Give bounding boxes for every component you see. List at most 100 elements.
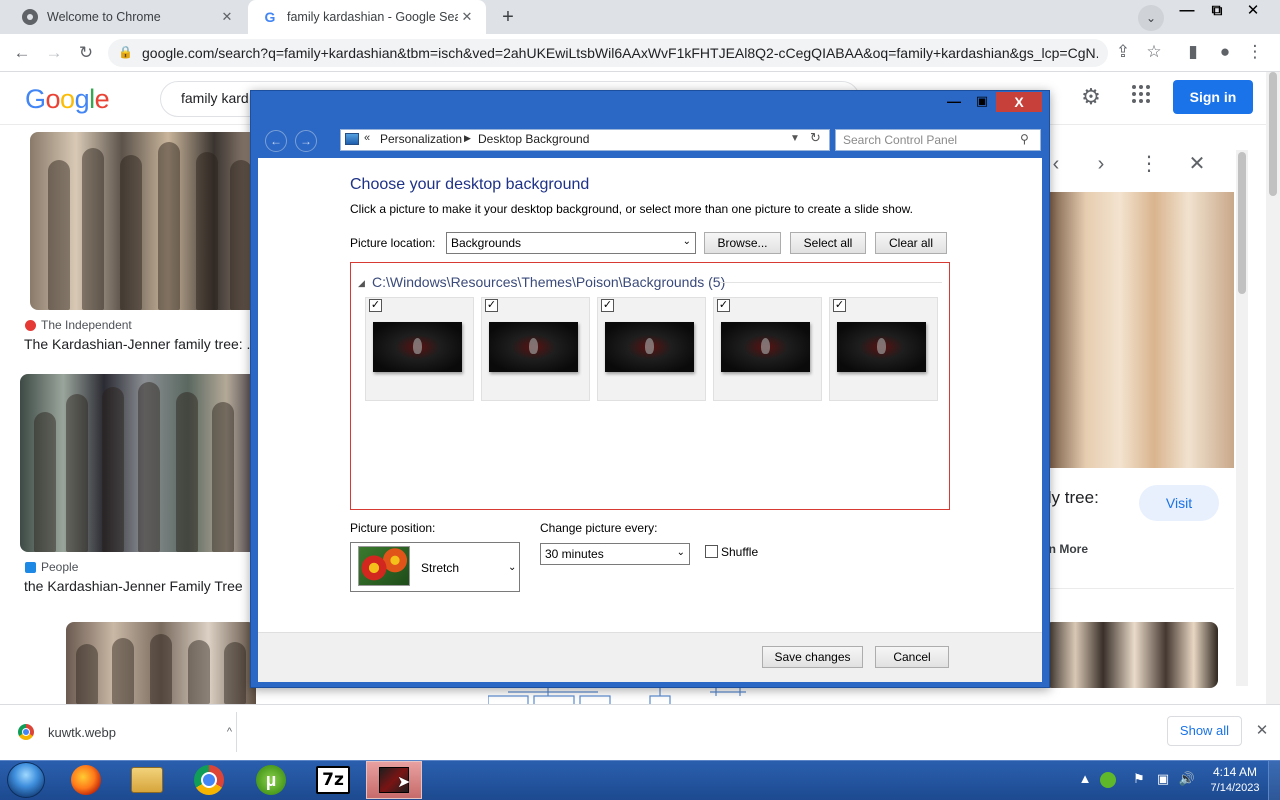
forward-button[interactable]: → — [41, 40, 67, 66]
cp-search-input[interactable]: Search Control Panel — [843, 133, 957, 147]
preview-scrollbar-thumb[interactable] — [1238, 152, 1246, 294]
cp-close-button[interactable]: X — [996, 92, 1042, 112]
page-scrollbar-thumb[interactable] — [1269, 72, 1277, 196]
picture-checkbox[interactable]: ✓ — [717, 299, 730, 312]
address-dropdown-icon[interactable]: ▼ — [790, 133, 800, 144]
sign-in-button[interactable]: Sign in — [1173, 80, 1253, 114]
result-image-2[interactable] — [20, 374, 260, 552]
side-panel-icon[interactable]: ▮ — [1180, 39, 1206, 65]
file-icon — [18, 724, 34, 740]
preview-more-icon[interactable]: ⋮ — [1137, 152, 1161, 176]
result-caption-1[interactable]: The Kardashian-Jenner family tree: ... — [24, 336, 250, 352]
download-item[interactable]: kuwtk.webp ^ — [18, 720, 232, 744]
picture-position-value[interactable]: Stretch — [421, 561, 459, 575]
taskbar-utorrent[interactable]: µ — [243, 761, 299, 799]
select-all-button[interactable]: Select all — [790, 232, 866, 254]
preview-image[interactable] — [1044, 192, 1234, 468]
preview-title[interactable]: ily tree: — [1044, 488, 1099, 508]
change-picture-select[interactable]: 30 minutes ⌄ — [540, 543, 690, 565]
picture-thumbnail[interactable] — [837, 322, 926, 372]
shuffle-label[interactable]: Shuffle — [721, 545, 758, 559]
cp-forward-button[interactable]: → — [295, 130, 317, 152]
visit-button[interactable]: Visit — [1139, 485, 1219, 521]
start-button[interactable] — [7, 762, 45, 798]
result-image-1[interactable] — [30, 132, 260, 310]
taskbar-file-explorer[interactable] — [119, 761, 175, 799]
back-button[interactable]: ← — [9, 40, 35, 66]
result-image-3[interactable] — [66, 622, 256, 704]
network-icon[interactable]: ▣ — [1154, 770, 1172, 788]
picture-position-label: Picture position: — [350, 521, 436, 535]
preview-next-icon[interactable]: › — [1089, 152, 1113, 176]
show-desktop-button[interactable] — [1268, 761, 1280, 800]
reload-button[interactable]: ↻ — [73, 40, 99, 66]
taskbar-chrome[interactable] — [181, 761, 237, 799]
utorrent-tray-icon[interactable] — [1100, 772, 1116, 788]
picture-thumbnail[interactable] — [721, 322, 810, 372]
clock-time[interactable]: 4:14 AM — [1210, 765, 1260, 779]
preview-divider — [1044, 588, 1234, 589]
chevron-up-icon[interactable]: ^ — [227, 726, 232, 738]
result-source-1[interactable]: The Independent — [25, 318, 132, 332]
taskbar-desktop-background[interactable] — [366, 761, 422, 799]
picture-thumbnail[interactable] — [489, 322, 578, 372]
clear-all-button[interactable]: Clear all — [875, 232, 947, 254]
related-image[interactable] — [1044, 622, 1218, 688]
picture-thumbnail[interactable] — [605, 322, 694, 372]
taskbar-firefox[interactable] — [58, 761, 114, 799]
learn-more-link[interactable]: rn More — [1044, 542, 1088, 556]
picture-checkbox[interactable]: ✓ — [369, 299, 382, 312]
tab-google-search[interactable]: G family kardashian - Google Search ✕ — [248, 0, 486, 34]
search-input[interactable]: family kard — [181, 90, 249, 106]
share-icon[interactable]: ⇪ — [1110, 39, 1136, 65]
show-all-button[interactable]: Show all — [1167, 716, 1242, 746]
cancel-button[interactable]: Cancel — [875, 646, 949, 668]
lock-icon[interactable]: 🔒 — [118, 45, 133, 61]
breadcrumb-arrow-icon[interactable]: ▶ — [464, 133, 471, 144]
chevron-down-icon[interactable]: ⌄ — [508, 562, 516, 573]
show-hidden-icons-icon[interactable]: ▲ — [1076, 770, 1094, 788]
save-changes-button[interactable]: Save changes — [762, 646, 863, 668]
picture-thumbnail[interactable] — [373, 322, 462, 372]
result-caption-2[interactable]: the Kardashian-Jenner Family Tree — [24, 578, 250, 594]
window-close-button[interactable]: ✕ — [1236, 0, 1270, 22]
browse-button[interactable]: Browse... — [704, 232, 781, 254]
result-source-2[interactable]: People — [25, 560, 78, 574]
refresh-icon[interactable]: ↻ — [810, 130, 821, 146]
url-text[interactable]: google.com/search?q=family+kardashian&tb… — [142, 45, 1098, 63]
close-tab-icon[interactable]: ✕ — [218, 8, 236, 26]
bookmark-star-icon[interactable]: ☆ — [1141, 39, 1167, 65]
cp-address-overflow[interactable]: « — [364, 132, 370, 144]
collapse-triangle-icon[interactable]: ◢ — [358, 278, 365, 289]
picture-checkbox[interactable]: ✓ — [485, 299, 498, 312]
cp-maximize-button[interactable]: ▣ — [968, 92, 996, 112]
google-logo[interactable]: Google — [25, 84, 110, 115]
action-center-flag-icon[interactable]: ⚑ — [1130, 770, 1148, 788]
close-tab-icon[interactable]: ✕ — [458, 8, 476, 26]
chrome-menu-icon[interactable]: ⋮ — [1242, 39, 1268, 65]
shuffle-checkbox[interactable] — [705, 545, 718, 558]
picture-checkbox[interactable]: ✓ — [833, 299, 846, 312]
breadcrumb-desktop-background[interactable]: Desktop Background — [478, 132, 589, 146]
cp-back-button[interactable]: ← — [265, 130, 287, 152]
taskbar-7zip[interactable]: 7z — [305, 761, 361, 799]
volume-icon[interactable]: 🔊 — [1178, 770, 1196, 788]
google-apps-icon[interactable] — [1128, 84, 1154, 110]
settings-gear-icon[interactable]: ⚙ — [1078, 84, 1104, 110]
cp-minimize-button[interactable]: — — [940, 92, 968, 112]
profile-icon[interactable]: ● — [1212, 39, 1238, 65]
close-download-bar-icon[interactable]: ✕ — [1252, 720, 1272, 742]
new-tab-button[interactable]: + — [496, 6, 520, 30]
breadcrumb-personalization[interactable]: Personalization — [380, 132, 462, 146]
tab-welcome-to-chrome[interactable]: Welcome to Chrome ✕ — [8, 0, 246, 34]
clock-date[interactable]: 7/14/2023 — [1208, 782, 1262, 794]
window-minimize-button[interactable]: — — [1170, 0, 1204, 22]
picture-group-header[interactable]: C:\Windows\Resources\Themes\Poison\Backg… — [372, 274, 725, 290]
window-maximize-button[interactable]: ⧉ — [1200, 0, 1234, 22]
search-icon[interactable]: ⚲ — [1020, 132, 1029, 146]
picture-checkbox[interactable]: ✓ — [601, 299, 614, 312]
download-file-name: kuwtk.webp — [48, 724, 116, 740]
preview-close-icon[interactable]: ✕ — [1185, 152, 1209, 176]
picture-location-select[interactable]: Backgrounds ⌄ — [446, 232, 696, 254]
tab-search-button[interactable]: ⌄ — [1138, 5, 1164, 31]
